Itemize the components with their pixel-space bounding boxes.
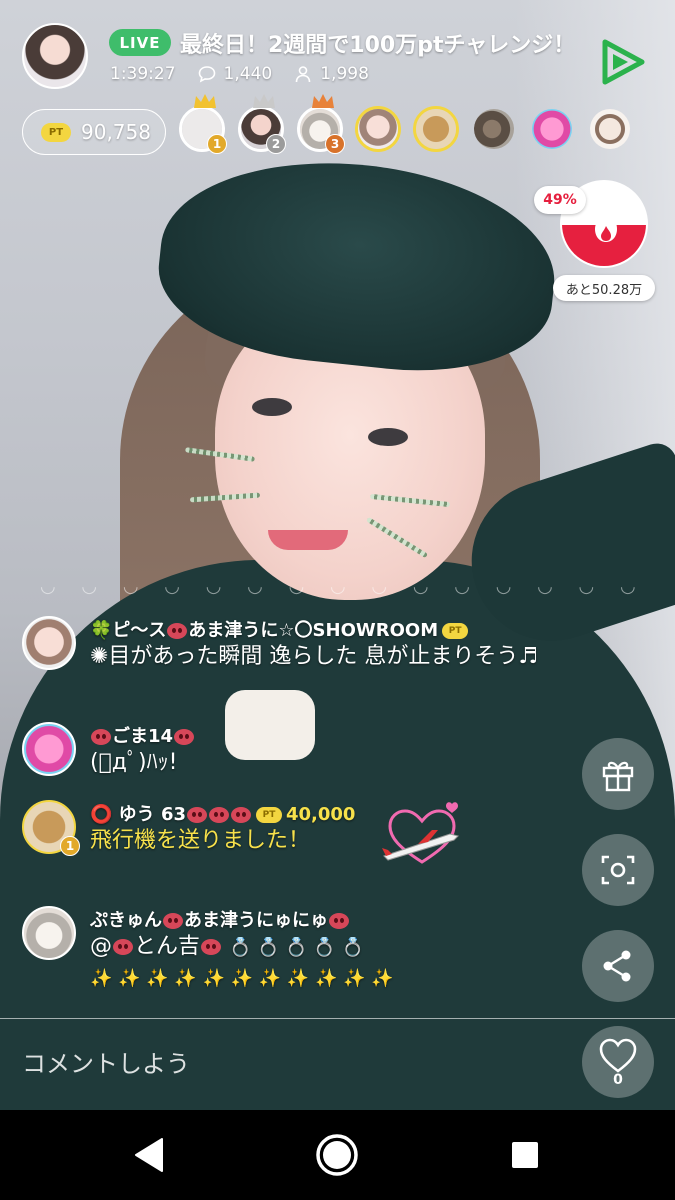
pt-badge: PT <box>442 623 469 639</box>
pig-nose-icon <box>187 807 207 823</box>
gauge-percent: 49% <box>534 186 586 214</box>
flame-icon <box>595 206 617 242</box>
live-badge: LIVE <box>109 29 171 56</box>
recent-apps-button[interactable] <box>502 1132 548 1178</box>
comment-username: ぷきゅん あま津うにゅにゅ <box>90 906 350 932</box>
person-icon <box>295 66 311 83</box>
comment-username: ⭕ ゆう 63 PT 40,000 <box>90 800 355 826</box>
pig-nose-icon <box>113 939 133 955</box>
comment-bar <box>0 1018 675 1110</box>
stream-header: LIVE 最終日！2週間で100万ptチャレンジ！ 1:39:27 1,440 … <box>0 0 675 175</box>
rank-avatar-1[interactable]: 1 <box>179 94 227 154</box>
username-prefix: ⭕ ゆう 63 <box>90 804 186 825</box>
comment-bar-divider <box>0 1018 675 1019</box>
play-triangle-icon[interactable] <box>599 38 647 86</box>
screenshot-button[interactable] <box>582 834 654 906</box>
rank-number: 1 <box>60 836 80 856</box>
back-triangle-icon <box>135 1138 163 1172</box>
crown-icon <box>194 94 216 108</box>
home-button[interactable] <box>314 1132 360 1178</box>
comment-text: (ﾟдﾟ)ﾊｯ! <box>90 750 178 775</box>
stream-stats: 1:39:27 1,440 1,998 <box>110 64 369 84</box>
ring-emojis: 💍 💍 💍 💍 💍 <box>229 937 364 958</box>
comment-avatar[interactable] <box>22 722 76 776</box>
gift-points: 40,000 <box>286 804 356 825</box>
mention-at: @ <box>90 934 112 959</box>
rank-number: 3 <box>325 134 345 154</box>
comment-username: ごま14 <box>90 722 195 748</box>
pig-nose-icon <box>329 913 349 929</box>
rank-number: 1 <box>207 134 227 154</box>
total-points: 90,758 <box>81 120 151 144</box>
username-mid: ごま14 <box>112 726 174 747</box>
pig-nose-icon <box>91 729 111 745</box>
video-eye-left <box>252 398 292 416</box>
rank-avatar-3[interactable]: 3 <box>297 94 345 154</box>
speech-bubble-icon <box>198 66 215 83</box>
gauge-remaining: あと50.28万 <box>553 275 655 301</box>
comment-avatar[interactable] <box>22 616 76 670</box>
comment-item[interactable]: ぷきゅん あま津うにゅにゅ @ とん吉 💍 💍 💍 💍 💍 ✨ ✨ ✨ ✨ ✨ ✨ … <box>22 906 562 1016</box>
comment-count: 1,440 <box>223 64 273 84</box>
system-nav-bar <box>0 1110 675 1200</box>
comment-input[interactable] <box>22 1040 542 1088</box>
elapsed-time: 1:39:27 <box>110 64 176 84</box>
back-button[interactable] <box>126 1132 172 1178</box>
host-avatar[interactable] <box>22 23 88 89</box>
stream-title: 最終日！2週間で100万ptチャレンジ！ <box>180 33 576 58</box>
viewer-avatar[interactable] <box>587 106 633 152</box>
viewer-avatar[interactable] <box>529 106 575 152</box>
gift-icon <box>602 761 634 792</box>
username-prefix: ぷきゅん <box>90 910 162 931</box>
rank-number: 2 <box>266 134 286 154</box>
viewer-avatar[interactable] <box>413 106 459 152</box>
username-mid: あま津うにゅにゅ <box>184 910 328 931</box>
pig-nose-icon <box>201 939 222 955</box>
total-points-box[interactable]: PT 90,758 <box>22 109 166 155</box>
share-icon <box>603 950 631 982</box>
pig-nose-icon <box>209 807 229 823</box>
pig-nose-icon <box>174 729 195 745</box>
pig-nose-icon <box>231 807 251 823</box>
gift-comment-item[interactable]: 1 ⭕ ゆう 63 PT 40,000 飛行機を送りました！ <box>22 800 562 870</box>
gift-button[interactable] <box>582 738 654 810</box>
comment-item[interactable]: 🍀ピ〜ス あま津うに☆〇SHOWROOM PT ✺目があった瞬間 逸らした 息が止ま… <box>22 616 562 706</box>
mention-name: とん吉 <box>134 934 201 959</box>
viewer-avatar[interactable] <box>471 106 517 152</box>
crown-icon <box>253 94 275 108</box>
viewer-avatar[interactable] <box>355 106 401 152</box>
video-eye-right <box>368 428 408 446</box>
comment-text: ✺目があった瞬間 逸らした 息が止まりそう♬ <box>90 644 539 669</box>
screenshot-icon <box>601 855 635 885</box>
pt-chip: PT <box>41 122 71 142</box>
username-prefix: 🍀ピ〜ス <box>90 620 167 641</box>
airplane-gift-icon <box>382 802 459 864</box>
home-circle-icon <box>316 1134 358 1176</box>
recent-square-icon <box>512 1142 538 1168</box>
share-button[interactable] <box>582 930 654 1002</box>
comment-username: 🍀ピ〜ス あま津うに☆〇SHOWROOM PT <box>90 616 472 642</box>
pig-nose-icon <box>163 913 183 929</box>
pig-nose-icon <box>167 623 188 639</box>
video-mouth <box>268 530 348 550</box>
comment-item[interactable]: ごま14 (ﾟдﾟ)ﾊｯ! <box>22 722 562 782</box>
gift-text: 飛行機を送りました！ <box>90 828 311 853</box>
pt-badge: PT <box>256 807 282 823</box>
comment-avatar[interactable] <box>22 906 76 960</box>
comment-sparkles: ✨ ✨ ✨ ✨ ✨ ✨ ✨ ✨ ✨ ✨ ✨ <box>90 968 394 989</box>
crown-icon <box>312 94 334 108</box>
viewer-count: 1,998 <box>320 64 369 84</box>
username-mid: あま津うに☆〇SHOWROOM <box>188 620 439 641</box>
scrolled-comment-fade: ◡ ◡ ◡ ◡ ◡ ◡ ◡ ◡ ◡ ◡ ◡ ◡ ◡ ◡ ◡ <box>40 576 646 597</box>
comment-text: @ とん吉 💍 💍 💍 💍 💍 <box>90 932 364 963</box>
rank-avatar-2[interactable]: 2 <box>238 94 286 154</box>
